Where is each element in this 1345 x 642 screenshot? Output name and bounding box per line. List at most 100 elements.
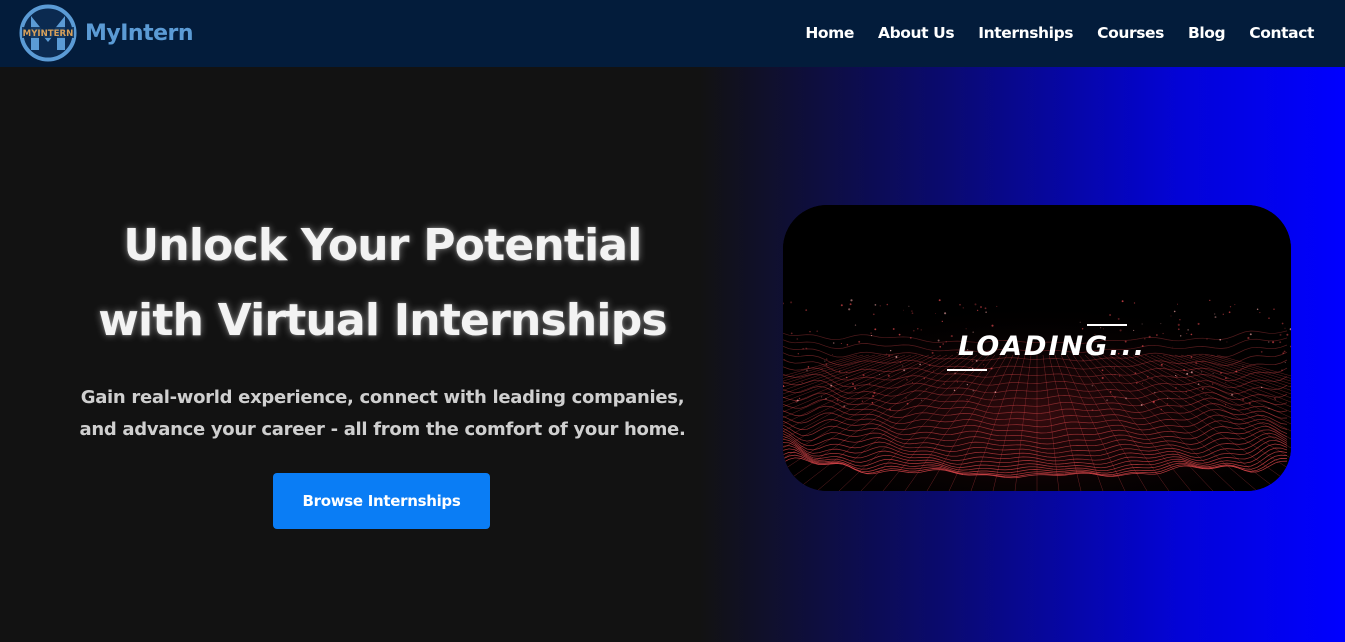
wave-particle xyxy=(873,392,875,394)
nav-item-home[interactable]: Home xyxy=(805,24,854,42)
hero-subtitle-line-2: and advance your career - all from the c… xyxy=(79,419,685,440)
wave-particle xyxy=(1151,378,1153,380)
nav-item-blog[interactable]: Blog xyxy=(1188,24,1225,42)
wave-particle xyxy=(879,374,880,375)
wave-particle xyxy=(1282,323,1284,325)
wave-particle xyxy=(1136,382,1138,384)
wave-particle xyxy=(837,399,839,401)
wave-particle xyxy=(1100,327,1101,328)
hero-title: Unlock Your Potential with Virtual Inter… xyxy=(30,208,735,358)
wave-particle xyxy=(944,312,946,314)
wave-particle xyxy=(924,378,925,379)
wave-particle xyxy=(903,310,904,311)
wave-particle xyxy=(954,372,956,374)
wave-particle xyxy=(1125,397,1127,399)
nav-item-courses[interactable]: Courses xyxy=(1097,24,1164,42)
wave-particle xyxy=(1229,311,1231,313)
wave-particle xyxy=(1080,322,1081,323)
nav-item-contact[interactable]: Contact xyxy=(1249,24,1314,42)
wave-particle xyxy=(825,398,826,399)
wave-particle xyxy=(1261,387,1262,388)
wave-particle xyxy=(1209,300,1210,301)
wave-particle xyxy=(852,383,854,385)
wave-particle xyxy=(1110,391,1112,393)
wave-particle xyxy=(1179,319,1180,320)
wave-particle xyxy=(846,377,848,379)
wave-particle xyxy=(1092,409,1094,411)
wave-particle xyxy=(1225,382,1226,383)
wave-particle xyxy=(1171,316,1172,317)
wave-particle xyxy=(1114,367,1115,368)
wave-particle xyxy=(906,379,907,380)
wave-particle xyxy=(1141,404,1143,406)
hero-subtitle-line-1: Gain real-world experience, connect with… xyxy=(81,387,685,408)
wave-particle xyxy=(1134,372,1136,374)
wave-particle xyxy=(1198,383,1200,385)
wave-particle xyxy=(805,309,807,311)
wave-particle xyxy=(1102,369,1104,371)
wave-particle xyxy=(850,303,852,305)
wave-particle xyxy=(1285,362,1286,363)
wave-particle xyxy=(1147,376,1149,378)
wave-particle xyxy=(1273,308,1275,310)
wave-particle xyxy=(887,304,889,306)
wave-particle xyxy=(790,301,792,303)
wave-particle xyxy=(826,363,828,365)
wave-particle xyxy=(1109,314,1111,316)
wave-particle xyxy=(1257,308,1259,310)
wave-particle xyxy=(959,304,961,306)
wave-particle xyxy=(1268,408,1269,409)
browse-internships-button[interactable]: Browse Internships xyxy=(273,473,490,529)
wave-particle xyxy=(873,313,875,315)
wave-particle xyxy=(1167,398,1168,399)
wave-particle xyxy=(830,385,832,387)
wave-particle xyxy=(1186,391,1187,392)
wave-particle xyxy=(1225,377,1227,379)
wave-particle xyxy=(801,382,802,383)
wave-particle xyxy=(1176,375,1177,376)
wave-particle xyxy=(926,389,927,390)
wave-particle xyxy=(1235,370,1237,372)
wave-particle xyxy=(1142,324,1143,325)
wave-particle xyxy=(850,299,852,301)
wave-particle xyxy=(921,400,922,401)
wave-particle xyxy=(917,328,918,329)
wave-particle xyxy=(1242,366,1243,367)
brand-link[interactable]: MYINTERN MyIntern xyxy=(19,4,193,62)
wave-particle xyxy=(839,370,841,372)
wave-particle xyxy=(1178,324,1180,326)
wave-particle xyxy=(985,307,987,309)
wave-particle xyxy=(1249,402,1251,404)
nav-item-about-us[interactable]: About Us xyxy=(878,24,954,42)
wave-particle xyxy=(1274,398,1275,399)
wave-particle xyxy=(954,390,955,391)
logo-text: MYINTERN xyxy=(23,29,74,39)
wave-particle xyxy=(1119,375,1120,376)
wave-particle xyxy=(912,312,914,314)
wave-particle xyxy=(977,310,978,311)
wave-particle xyxy=(1281,369,1283,371)
wave-particle xyxy=(888,375,890,377)
hero-content: Unlock Your Potential with Virtual Inter… xyxy=(30,208,735,446)
wave-particle xyxy=(862,401,863,402)
hero-subtitle: Gain real-world experience, connect with… xyxy=(30,382,735,446)
wave-particle xyxy=(1212,383,1214,385)
wave-particle xyxy=(905,397,907,399)
wave-particle xyxy=(1215,316,1217,318)
wave-particle xyxy=(1174,311,1176,313)
nav-item-internships[interactable]: Internships xyxy=(978,24,1073,42)
wave-particle xyxy=(1185,401,1186,402)
wave-particle xyxy=(907,403,909,405)
hero-video[interactable]: LOADING... xyxy=(783,205,1291,491)
wave-particle xyxy=(1268,317,1269,318)
wave-particle xyxy=(1118,318,1120,320)
wave-particle xyxy=(985,312,986,313)
wave-particle xyxy=(902,365,903,366)
loading-line-top xyxy=(1087,324,1127,326)
wave-particle xyxy=(1191,371,1193,373)
wave-particle xyxy=(1189,380,1190,381)
wave-particle xyxy=(841,304,843,306)
wave-particle xyxy=(1179,396,1180,397)
wave-particle xyxy=(975,303,977,305)
wave-particle xyxy=(1220,372,1222,374)
